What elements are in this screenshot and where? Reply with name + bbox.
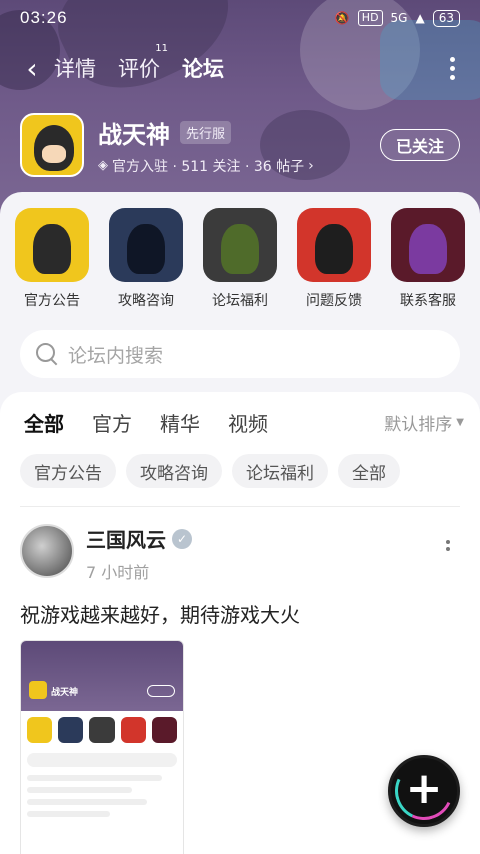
filter-tab-video[interactable]: 视频 xyxy=(228,408,268,437)
diamond-icon: ◈ xyxy=(98,158,108,173)
network-indicator: 5G xyxy=(390,11,408,25)
quick-link-feedback[interactable]: 问题反馈 xyxy=(296,208,372,310)
create-post-button[interactable]: + xyxy=(388,755,460,827)
author-block: 三国风云 ✓ 7 小时前 xyxy=(86,524,192,583)
game-name: 战天神 xyxy=(98,120,170,149)
quick-link-label: 攻略咨询 xyxy=(118,293,174,309)
sort-label: 默认排序 xyxy=(384,415,453,435)
game-info: 战天神 先行服 ◈ 官方入驻 · 511 关注 · 36 帖子 › xyxy=(98,115,314,176)
quick-link-support[interactable]: 联系客服 xyxy=(390,208,466,310)
post-text: 祝游戏越来越好，期待游戏大火 xyxy=(20,603,300,627)
search-input[interactable]: 论坛内搜索 xyxy=(20,330,460,378)
battery-indicator: 63 xyxy=(432,9,460,27)
filter-tabs: 全部 官方 精华 视频 默认排序 ▼ xyxy=(24,408,464,439)
quick-links: 官方公告 攻略咨询 论坛福利 问题反馈 联系客服 xyxy=(0,208,480,310)
game-stats[interactable]: ◈ 官方入驻 · 511 关注 · 36 帖子 › xyxy=(98,156,314,176)
caret-down-icon: ▼ xyxy=(456,417,464,428)
status-icons: 🔕 HD 5G ▲ 63 xyxy=(334,9,460,27)
tab-reviews[interactable]: 评价 11 xyxy=(118,43,168,83)
category-chips: 官方公告 攻略咨询 论坛福利 全部 xyxy=(20,454,400,488)
announcement-thumb xyxy=(15,208,89,282)
game-info-row: 战天神 先行服 ◈ 官方入驻 · 511 关注 · 36 帖子 › 已关注 xyxy=(20,112,460,178)
guides-thumb xyxy=(109,208,183,282)
sort-dropdown[interactable]: 默认排序 ▼ xyxy=(384,410,464,435)
chip-benefits[interactable]: 论坛福利 xyxy=(232,454,328,488)
top-nav: ‹ 详情 评价 11 论坛 xyxy=(0,43,480,90)
filter-tab-official[interactable]: 官方 xyxy=(92,408,132,437)
quick-link-label: 官方公告 xyxy=(24,293,80,309)
quick-link-label: 联系客服 xyxy=(400,293,456,309)
chip-guides[interactable]: 攻略咨询 xyxy=(126,454,222,488)
search-placeholder: 论坛内搜索 xyxy=(68,344,164,367)
feedback-thumb xyxy=(297,208,371,282)
reviews-count-badge: 11 xyxy=(155,43,168,54)
back-arrow-icon[interactable]: ‹ xyxy=(10,46,54,90)
author-name[interactable]: 三国风云 xyxy=(86,524,166,553)
plus-icon: + xyxy=(405,763,443,814)
filter-tab-featured[interactable]: 精华 xyxy=(160,408,200,437)
server-tag: 先行服 xyxy=(180,120,232,144)
status-time: 03:26 xyxy=(20,8,68,27)
support-thumb xyxy=(391,208,465,282)
thumb-game-name: 战天神 xyxy=(51,688,79,698)
follow-button[interactable]: 已关注 xyxy=(380,129,460,161)
quick-link-benefits[interactable]: 论坛福利 xyxy=(202,208,278,310)
quick-link-label: 论坛福利 xyxy=(212,293,268,309)
filter-tab-all[interactable]: 全部 xyxy=(24,408,64,439)
post-time: 7 小时前 xyxy=(86,563,150,582)
avatar[interactable] xyxy=(20,524,74,578)
game-stats-text: 官方入驻 · 511 关注 · 36 帖子 xyxy=(112,158,305,175)
tab-details[interactable]: 详情 xyxy=(54,53,96,83)
search-icon xyxy=(36,343,58,365)
signal-icon: ▲ xyxy=(415,11,425,25)
forum-header: 03:26 🔕 HD 5G ▲ 63 ‹ 详情 评价 11 论坛 战天神 先行服… xyxy=(0,0,480,215)
chevron-right-icon: › xyxy=(308,157,314,174)
post-image[interactable]: 战天神 xyxy=(20,640,184,854)
tab-forum[interactable]: 论坛 xyxy=(182,53,224,87)
post-more-icon[interactable] xyxy=(446,540,450,551)
benefits-thumb xyxy=(203,208,277,282)
tab-reviews-label: 评价 xyxy=(118,57,160,81)
quick-link-guides[interactable]: 攻略咨询 xyxy=(108,208,184,310)
quick-link-label: 问题反馈 xyxy=(306,293,362,309)
chip-all[interactable]: 全部 xyxy=(338,454,400,488)
forum-panel: 官方公告 攻略咨询 论坛福利 问题反馈 联系客服 论坛内搜索 全部 官方 精华 … xyxy=(0,192,480,854)
hd-indicator: HD xyxy=(357,10,383,26)
quick-link-announcements[interactable]: 官方公告 xyxy=(14,208,90,310)
game-app-icon[interactable] xyxy=(20,113,84,177)
post-header: 三国风云 ✓ 7 小时前 xyxy=(20,524,460,583)
chip-announcements[interactable]: 官方公告 xyxy=(20,454,116,488)
more-options-icon[interactable] xyxy=(450,56,456,80)
mute-icon: 🔕 xyxy=(334,11,350,25)
verified-badge-icon: ✓ xyxy=(172,528,192,549)
status-bar: 03:26 🔕 HD 5G ▲ 63 xyxy=(0,0,480,36)
divider xyxy=(20,506,460,507)
